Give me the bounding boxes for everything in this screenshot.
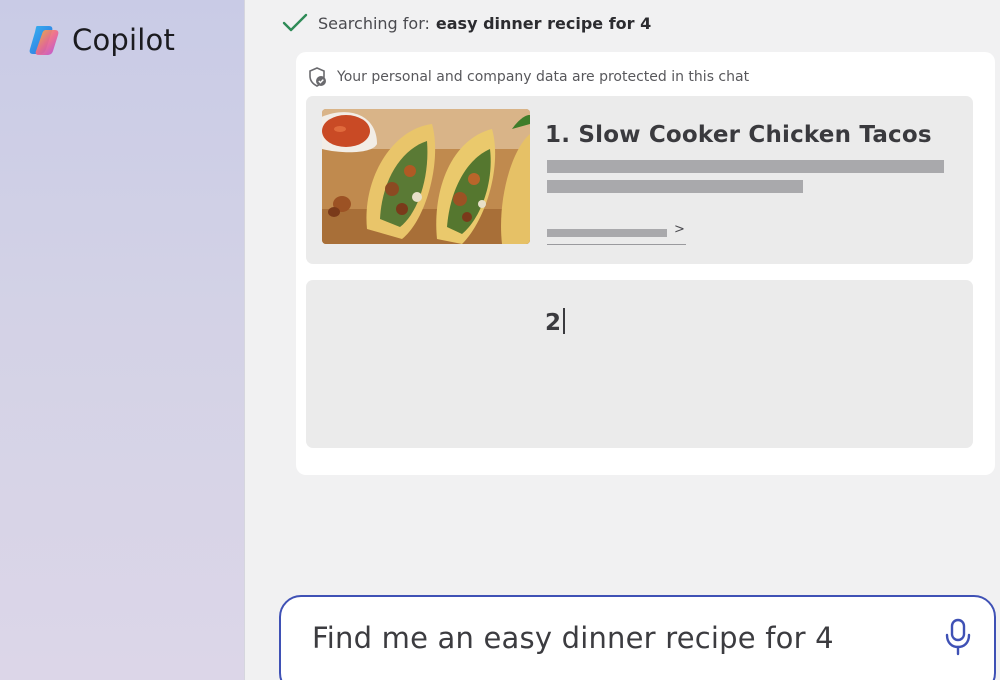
description-placeholder-line bbox=[547, 180, 803, 193]
link-arrow: > bbox=[674, 222, 685, 237]
copilot-logo-icon bbox=[29, 26, 59, 55]
search-prefix: Searching for: bbox=[318, 13, 430, 33]
tacos-photo bbox=[322, 109, 530, 244]
privacy-notice: Your personal and company data are prote… bbox=[306, 66, 749, 88]
check-icon bbox=[282, 13, 308, 32]
response-card: Your personal and company data are prote… bbox=[296, 52, 995, 475]
chat-input-value[interactable]: Find me an easy dinner recipe for 4 bbox=[312, 621, 834, 655]
microphone-button[interactable] bbox=[943, 617, 973, 657]
search-query: easy dinner recipe for 4 bbox=[435, 13, 652, 33]
brand-name: Copilot bbox=[72, 23, 176, 57]
search-status: Searching for: easy dinner recipe for 4 bbox=[282, 12, 651, 34]
brand[interactable]: Copilot bbox=[27, 22, 175, 58]
link-placeholder bbox=[547, 229, 667, 237]
typing-text: 2 bbox=[545, 308, 566, 336]
recipe-title[interactable]: 1. Slow Cooker Chicken Tacos bbox=[545, 122, 932, 148]
chat-pane: Searching for: easy dinner recipe for 4 … bbox=[245, 0, 1000, 680]
text-caret bbox=[563, 308, 566, 334]
microphone-icon bbox=[945, 618, 971, 656]
recipe-card-loading: 2 bbox=[306, 280, 973, 448]
description-placeholder-line bbox=[547, 160, 944, 173]
privacy-text: Your personal and company data are prote… bbox=[337, 69, 750, 85]
typing-value: 2 bbox=[545, 310, 562, 336]
source-link[interactable]: > bbox=[547, 222, 686, 245]
shield-check-icon bbox=[309, 67, 326, 87]
recipe-card[interactable]: 1. Slow Cooker Chicken Tacos > bbox=[306, 96, 973, 264]
chat-input[interactable]: Find me an easy dinner recipe for 4 bbox=[279, 595, 996, 680]
sidebar: Copilot bbox=[0, 0, 245, 680]
